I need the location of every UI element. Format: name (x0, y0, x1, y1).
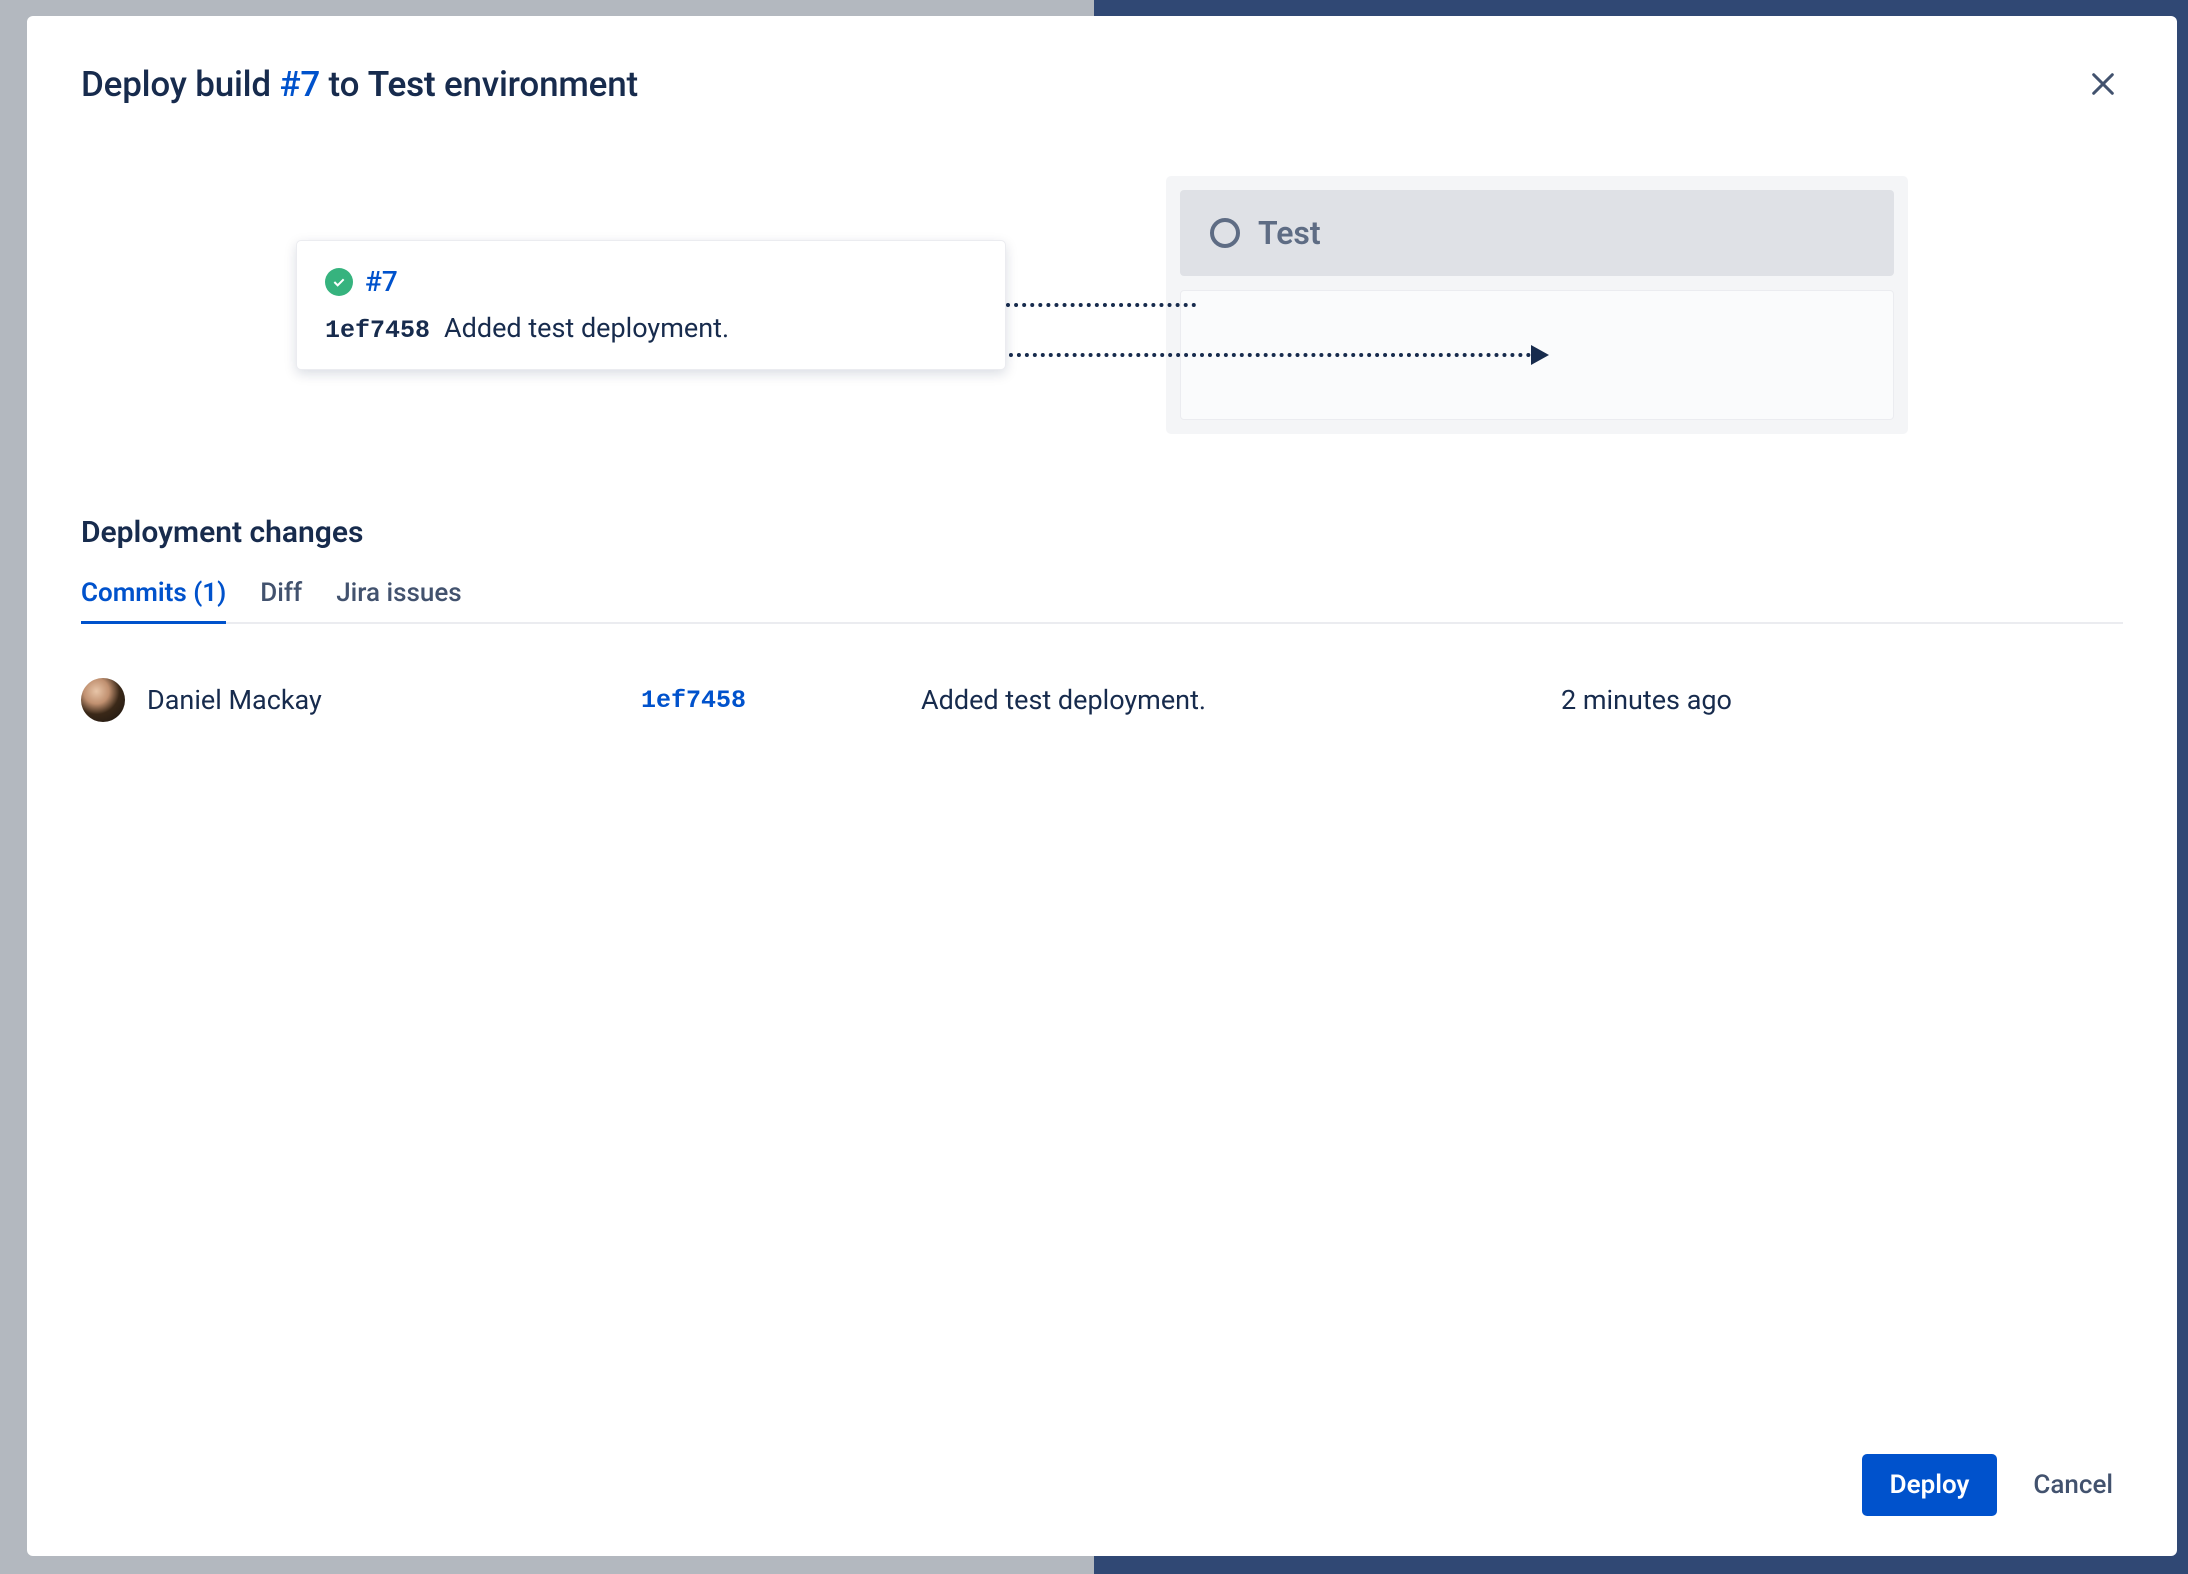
build-commit-message: Added test deployment. (444, 312, 729, 344)
tab-diff[interactable]: Diff (260, 578, 302, 622)
commits-list: Daniel Mackay 1ef7458 Added test deploym… (81, 664, 2123, 1434)
commit-hash-link[interactable]: 1ef7458 (641, 686, 921, 715)
target-environment-box: Test (1166, 176, 1908, 434)
arrow-through-dots (1001, 353, 1531, 357)
source-build-card: #7 1ef7458 Added test deployment. (296, 240, 1006, 370)
env-placeholder-slot (1180, 290, 1894, 420)
title-prefix: Deploy build (81, 64, 279, 105)
changes-tabs: Commits (1) Diff Jira issues (81, 578, 2123, 624)
modal-header: Deploy build #7 to Test environment (81, 64, 2123, 105)
tab-commits[interactable]: Commits (1) (81, 578, 226, 622)
flow-wrap: #7 1ef7458 Added test deployment. Test (296, 176, 1908, 434)
commit-time: 2 minutes ago (1561, 684, 2123, 716)
build-commit-hash: 1ef7458 (325, 316, 430, 345)
commit-author-name: Daniel Mackay (147, 684, 322, 716)
commit-row: Daniel Mackay 1ef7458 Added test deploym… (81, 664, 2123, 736)
deploy-modal: Deploy build #7 to Test environment #7 1… (27, 16, 2177, 1556)
deployment-flow: #7 1ef7458 Added test deployment. Test (81, 165, 2123, 445)
build-commit-info: 1ef7458 Added test deployment. (325, 312, 977, 345)
arrow-head-icon (1531, 345, 1549, 365)
success-check-icon (325, 268, 353, 296)
env-status-icon (1210, 218, 1240, 248)
title-env-name: Test (368, 64, 436, 105)
build-number[interactable]: #7 (365, 265, 398, 298)
flow-arrow (1006, 304, 1196, 306)
title-mid: to (320, 64, 368, 105)
avatar (81, 678, 125, 722)
commit-message: Added test deployment. (921, 684, 1561, 716)
modal-title: Deploy build #7 to Test environment (81, 64, 638, 105)
commit-author-cell: Daniel Mackay (81, 678, 641, 722)
tab-jira-issues[interactable]: Jira issues (336, 578, 461, 622)
deploy-button[interactable]: Deploy (1862, 1454, 1998, 1516)
env-header: Test (1180, 190, 1894, 276)
modal-footer: Deploy Cancel (81, 1434, 2123, 1516)
arrow-dots (1006, 303, 1196, 307)
env-name-label: Test (1258, 214, 1321, 252)
close-icon (2087, 68, 2119, 100)
changes-heading: Deployment changes (81, 515, 2123, 550)
title-suffix: environment (435, 64, 637, 105)
cancel-button[interactable]: Cancel (2023, 1454, 2123, 1516)
build-card-header: #7 (325, 265, 977, 298)
close-button[interactable] (2083, 64, 2123, 104)
build-number-link[interactable]: #7 (279, 64, 320, 105)
